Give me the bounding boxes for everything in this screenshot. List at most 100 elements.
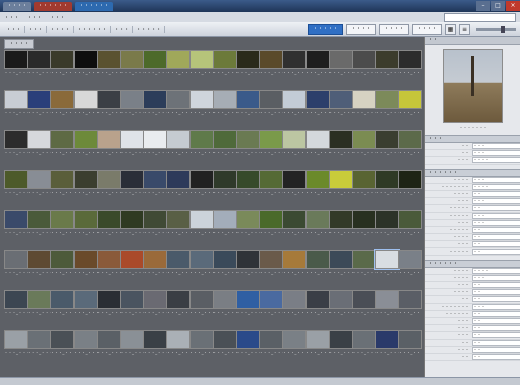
thumbnail[interactable]: ・・・_・・・: [4, 210, 28, 248]
primary-action-button[interactable]: ・・・・・: [307, 23, 343, 35]
thumbnail[interactable]: ・・・_・・・: [398, 90, 423, 128]
thumbnail[interactable]: ・・・_・・・: [305, 330, 330, 368]
thumbnail[interactable]: ・・・_・・・: [27, 170, 52, 208]
thumbnail[interactable]: ・・・_・・・: [50, 330, 75, 368]
thumbnail[interactable]: ・・・_・・・: [4, 250, 28, 288]
thumbnail[interactable]: ・・・_・・・: [50, 250, 75, 288]
toolbar-button[interactable]: ・・・・: [411, 23, 442, 35]
thumbnail[interactable]: ・・・_・・・: [236, 250, 260, 288]
thumbnail[interactable]: ・・・_・・・: [143, 170, 168, 208]
property-section-header[interactable]: ・・・・・・: [425, 259, 520, 268]
breadcrumb-item[interactable]: ・・・: [111, 25, 134, 33]
thumbnail[interactable]: ・・・_・・・: [282, 130, 307, 168]
thumbnail[interactable]: ・・・_・・・: [166, 130, 191, 168]
thumbnail[interactable]: ・・・_・・・: [282, 50, 307, 88]
thumbnail[interactable]: ・・・_・・・: [189, 210, 214, 248]
thumbnail[interactable]: ・・・_・・・: [189, 50, 214, 88]
breadcrumb-item[interactable]: ・・・・・・: [74, 25, 112, 33]
minimize-button[interactable]: –: [476, 1, 490, 11]
thumbnail[interactable]: ・・・_・・・: [50, 170, 75, 208]
thumbnail[interactable]: ・・・_・・・: [328, 170, 353, 208]
thumbnail[interactable]: ・・・_・・・: [398, 210, 423, 248]
property-value-field[interactable]: ・・・: [472, 274, 520, 281]
slider-handle[interactable]: [500, 25, 505, 33]
thumbnail[interactable]: ・・・_・・・: [143, 210, 168, 248]
thumbnail[interactable]: ・・・_・・・: [282, 170, 307, 208]
thumbnail[interactable]: ・・・_・・・: [120, 250, 144, 288]
thumbnail[interactable]: ・・・_・・・: [352, 90, 376, 128]
thumbnail[interactable]: ・・・_・・・: [27, 250, 52, 288]
thumbnail[interactable]: ・・・_・・・: [328, 290, 353, 328]
thumbnail[interactable]: ・・・_・・・: [398, 50, 423, 88]
thumbnail[interactable]: ・・・_・・・: [73, 170, 98, 208]
thumbnail[interactable]: ・・・_・・・: [236, 130, 260, 168]
thumbnail[interactable]: ・・・_・・・: [4, 290, 28, 328]
property-value-field[interactable]: ・・: [472, 191, 520, 198]
preview-image[interactable]: [443, 49, 503, 123]
property-value-field[interactable]: ・・・: [472, 143, 520, 150]
thumbnail[interactable]: ・・・_・・・: [212, 330, 237, 368]
thumbnail[interactable]: ・・・_・・・: [166, 90, 191, 128]
property-value-field[interactable]: ・・: [472, 205, 520, 212]
thumbnail[interactable]: ・・・_・・・: [259, 50, 284, 88]
thumbnail[interactable]: ・・・_・・・: [259, 130, 284, 168]
thumbnail[interactable]: ・・・_・・・: [328, 130, 353, 168]
thumbnail[interactable]: ・・・_・・・: [96, 290, 121, 328]
thumbnail[interactable]: ・・・_・・・: [120, 90, 144, 128]
thumbnail[interactable]: ・・・_・・・: [282, 250, 307, 288]
thumbnail[interactable]: ・・・_・・・: [96, 330, 121, 368]
thumbnail[interactable]: ・・・_・・・: [212, 50, 237, 88]
thumbnail[interactable]: ・・・_・・・: [189, 330, 214, 368]
thumbnail[interactable]: ・・・_・・・: [398, 330, 423, 368]
thumbnail[interactable]: ・・・_・・・: [212, 170, 237, 208]
property-section-header[interactable]: ・・・・・・: [425, 168, 520, 177]
thumbnail[interactable]: ・・・_・・・: [166, 330, 191, 368]
thumbnail[interactable]: ・・・_・・・: [73, 250, 98, 288]
thumbnail[interactable]: ・・・_・・・: [375, 130, 400, 168]
thumbnail[interactable]: ・・・_・・・: [143, 250, 168, 288]
list-view-icon[interactable]: ≡: [459, 23, 470, 35]
thumbnail[interactable]: ・・・_・・・: [96, 90, 121, 128]
property-value-field[interactable]: ・・・: [472, 303, 520, 310]
breadcrumb-item[interactable]: ・・・・・: [133, 25, 166, 33]
thumbnail[interactable]: ・・・_・・・: [305, 50, 330, 88]
thumbnail[interactable]: ・・・_・・・: [259, 170, 284, 208]
thumbnail[interactable]: ・・・_・・・: [143, 290, 168, 328]
thumbnail[interactable]: ・・・_・・・: [73, 210, 98, 248]
thumbnail[interactable]: ・・・_・・・: [352, 130, 376, 168]
thumbnail[interactable]: ・・・_・・・: [27, 50, 52, 88]
thumbnail[interactable]: ・・・_・・・: [259, 90, 284, 128]
property-value-field[interactable]: ・・・: [472, 176, 520, 183]
thumbnail[interactable]: ・・・_・・・: [27, 290, 52, 328]
thumbnail[interactable]: ・・・_・・・: [398, 130, 423, 168]
thumbnail[interactable]: ・・・_・・・: [73, 90, 98, 128]
thumbnail[interactable]: ・・・_・・・: [73, 130, 98, 168]
thumbnail[interactable]: ・・・_・・・: [120, 330, 144, 368]
thumbnail[interactable]: ・・・_・・・: [375, 330, 400, 368]
thumbnail[interactable]: ・・・_・・・: [50, 130, 75, 168]
thumbnail[interactable]: ・・・_・・・: [328, 90, 353, 128]
thumbnail[interactable]: ・・・_・・・: [50, 50, 75, 88]
tab-folder[interactable]: ・・・・: [4, 39, 35, 49]
thumbnail[interactable]: ・・・_・・・: [189, 130, 214, 168]
thumbnail[interactable]: ・・・_・・・: [375, 210, 400, 248]
thumbnail[interactable]: ・・・_・・・: [189, 170, 214, 208]
thumbnail[interactable]: ・・・_・・・: [282, 330, 307, 368]
thumbnail[interactable]: ・・・_・・・: [305, 130, 330, 168]
thumbnail[interactable]: ・・・_・・・: [27, 130, 52, 168]
thumbnail[interactable]: ・・・_・・・: [328, 50, 353, 88]
thumbnail[interactable]: ・・・_・・・: [50, 290, 75, 328]
thumbnail[interactable]: ・・・_・・・: [96, 210, 121, 248]
property-value-field[interactable]: ・・: [472, 346, 520, 353]
thumbnail[interactable]: ・・・_・・・: [212, 250, 237, 288]
thumbnail[interactable]: ・・・_・・・: [96, 170, 121, 208]
grid-view-icon[interactable]: ▦: [445, 23, 456, 35]
thumbnail[interactable]: ・・・_・・・: [212, 130, 237, 168]
breadcrumb-item[interactable]: ・・・・: [47, 25, 75, 33]
thumbnail[interactable]: ・・・_・・・: [236, 290, 260, 328]
menu-item[interactable]: ・・・: [46, 14, 69, 21]
thumbnail[interactable]: ・・・_・・・: [120, 50, 144, 88]
thumbnail[interactable]: ・・・_・・・: [352, 290, 376, 328]
window-tab[interactable]: ・・・・・・: [34, 1, 73, 11]
breadcrumb-item[interactable]: ・・・: [3, 25, 26, 33]
